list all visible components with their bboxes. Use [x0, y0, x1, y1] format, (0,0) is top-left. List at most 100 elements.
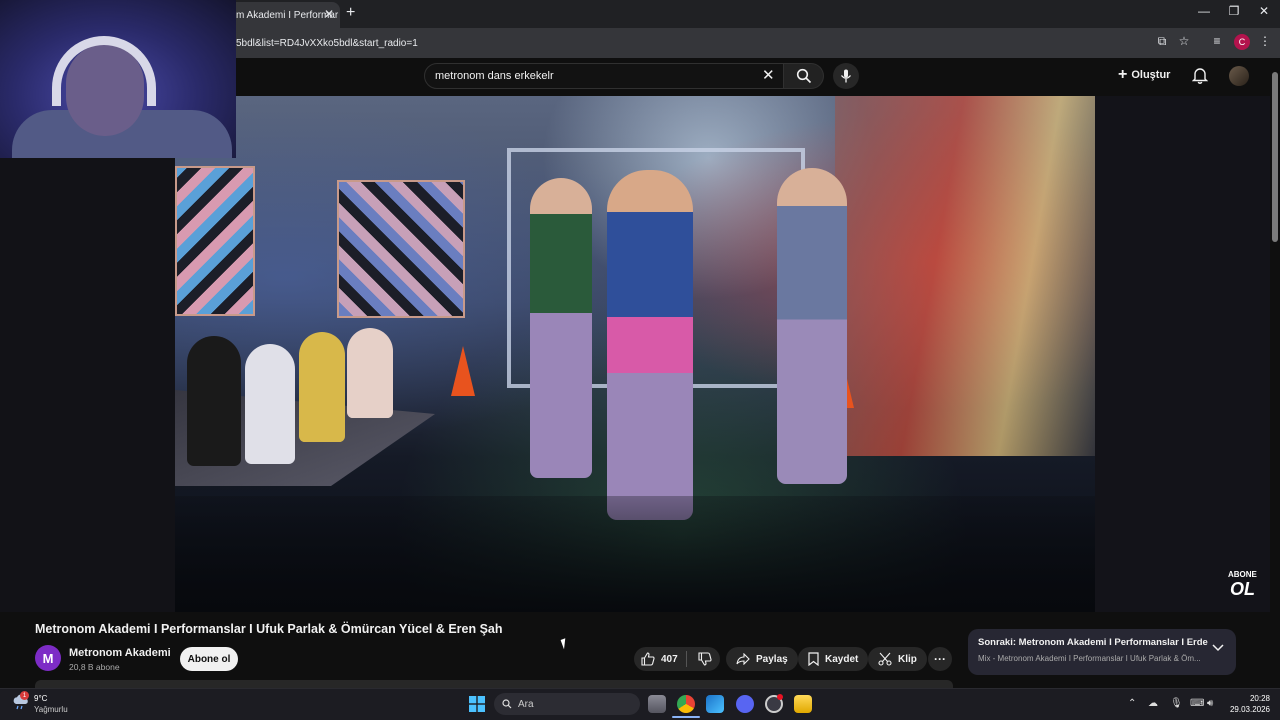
taskbar-search[interactable]: Ara [494, 693, 640, 715]
traffic-cone [451, 346, 475, 396]
share-button[interactable]: Paylaş [726, 647, 798, 671]
up-next-card[interactable]: Sonraki: Metronom Akademi I Performansla… [968, 629, 1236, 675]
windows-taskbar [0, 688, 1280, 720]
url-text: 5bdl&list=RD4JvXXko5bdl&start_radio=1 [236, 37, 418, 49]
volume-icon[interactable]: 🔊︎ [1207, 698, 1213, 709]
clock-time[interactable]: 20:28 [1244, 694, 1270, 703]
page-scrollbar[interactable] [1272, 72, 1278, 242]
audience-person [187, 336, 241, 466]
search-button[interactable] [784, 63, 824, 89]
weather-temperature[interactable]: 9°C [34, 694, 47, 703]
up-next-subtitle: Mix - Metronom Akademi I Performanslar I… [978, 654, 1201, 663]
save-button[interactable]: Kaydet [798, 647, 869, 671]
graffiti-wall [835, 96, 1095, 456]
player-right-background [1095, 96, 1270, 612]
plus-icon: + [1118, 66, 1128, 83]
weather-badge: 1 [20, 691, 29, 700]
chevron-up-icon[interactable]: ⌃ [1128, 698, 1136, 709]
voice-search-button[interactable] [833, 63, 859, 89]
wall-artwork [337, 180, 465, 318]
webcam-overlay [0, 0, 236, 158]
browser-menu-icon[interactable]: ⋮ [1256, 34, 1274, 48]
search-icon [502, 699, 512, 709]
restore-icon[interactable]: ❐ [1219, 4, 1249, 18]
scissors-icon [878, 652, 892, 666]
install-app-icon[interactable]: ⧉ [1153, 34, 1171, 49]
watermark-line2: OL [1229, 579, 1255, 599]
chrome-icon[interactable] [677, 695, 695, 713]
weather-description[interactable]: Yağmurlu [34, 705, 68, 714]
page-left-background [0, 158, 175, 612]
browser-profile-avatar[interactable]: C [1234, 34, 1250, 50]
audience-person [347, 328, 393, 418]
window-close-icon[interactable]: ✕ [1249, 4, 1279, 18]
network-icon[interactable]: ⌨ [1190, 698, 1204, 709]
profile-initial: C [1238, 37, 1246, 47]
active-app-indicator [672, 716, 700, 718]
stage-floor [175, 496, 1095, 612]
channel-avatar[interactable]: M [35, 645, 61, 671]
video-title: Metronom Akademi I Performanslar I Ufuk … [35, 622, 503, 636]
more-actions-button[interactable]: ··· [928, 647, 952, 671]
dancer-right [777, 168, 847, 484]
task-view-icon[interactable] [648, 695, 666, 713]
tab-close-icon[interactable]: ✕ [324, 7, 334, 21]
headset [52, 36, 156, 106]
notification-dot [777, 694, 783, 700]
subscribe-button[interactable]: Abone ol [180, 647, 238, 671]
tab-title: m Akademi I Performar [236, 9, 339, 21]
file-explorer-icon[interactable] [794, 695, 812, 713]
bookmark-star-icon[interactable]: ☆ [1175, 34, 1193, 48]
new-tab-icon[interactable]: + [346, 4, 355, 22]
notifications-button[interactable] [1191, 66, 1209, 89]
search-icon [796, 68, 811, 84]
thumbs-up-icon [641, 652, 655, 666]
address-bar[interactable]: 5bdl&list=RD4JvXXko5bdl&start_radio=1 [180, 32, 1150, 54]
audience-person [245, 344, 295, 464]
bookmark-icon [808, 652, 819, 666]
share-icon [736, 653, 750, 665]
chevron-down-icon[interactable] [1212, 644, 1224, 652]
taskbar-search-placeholder: Ara [518, 698, 534, 710]
audience-person [299, 332, 345, 442]
subscribe-watermark[interactable]: ABONE OL [1228, 570, 1257, 600]
like-dislike-group: 407 [634, 647, 720, 671]
up-next-title: Sonraki: Metronom Akademi I Performansla… [978, 637, 1208, 648]
channel-name[interactable]: Metronom Akademi [69, 647, 171, 659]
create-button[interactable]: + Oluştur [1118, 66, 1170, 84]
video-player[interactable] [175, 96, 1095, 612]
user-avatar[interactable] [1229, 66, 1249, 86]
description-box[interactable] [35, 680, 953, 688]
watermark-line1: ABONE [1228, 570, 1257, 579]
wall-artwork [175, 166, 255, 316]
search-clear-icon[interactable]: ✕ [762, 66, 775, 84]
dislike-button[interactable] [692, 652, 712, 666]
subscriber-count: 20,8 B abone [69, 662, 120, 672]
dancer-center [607, 170, 693, 520]
discord-icon[interactable] [736, 695, 754, 713]
create-label: Oluştur [1131, 69, 1171, 81]
minimize-icon[interactable]: — [1189, 4, 1219, 18]
store-app-icon[interactable] [706, 695, 724, 713]
clip-button[interactable]: Klip [868, 647, 927, 671]
browser-tab[interactable]: m Akademi I Performar ✕ [228, 2, 340, 28]
channel-avatar-letter: M [42, 650, 54, 666]
save-label: Kaydet [825, 653, 859, 665]
microphone-icon [840, 69, 852, 83]
like-button[interactable]: 407 [634, 652, 686, 666]
more-icon: ··· [934, 652, 946, 666]
bell-icon [1191, 68, 1209, 84]
dancer-left [530, 178, 592, 478]
windows-start-icon[interactable] [469, 696, 485, 712]
thumbs-down-icon [698, 652, 712, 666]
cloud-icon[interactable]: ☁ [1148, 698, 1158, 709]
microphone-tray-icon[interactable]: 🎙︎ [1170, 698, 1183, 709]
share-label: Paylaş [756, 653, 788, 665]
search-input[interactable]: metronom dans erkekelr [424, 63, 784, 89]
clip-label: Klip [898, 653, 917, 665]
clock-date[interactable]: 29.03.2026 [1228, 705, 1270, 714]
media-queue-icon[interactable]: ≡ [1208, 34, 1226, 48]
like-count: 407 [661, 653, 678, 665]
search-query: metronom dans erkekelr [435, 70, 554, 82]
like-divider [686, 651, 687, 667]
